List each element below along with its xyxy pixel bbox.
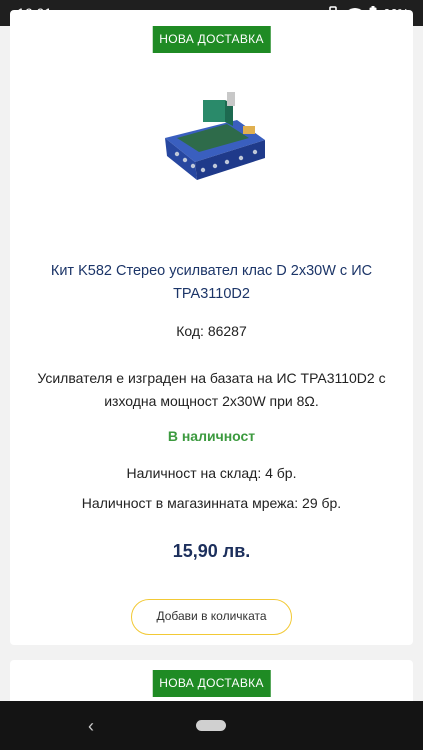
product-title[interactable]: Кит K582 Стерео усилвател клас D 2x30W с… — [30, 260, 393, 306]
new-delivery-badge: НОВА ДОСТАВКА — [152, 26, 271, 53]
network-stock: Наличност в магазинната мрежа: 29 бр. — [81, 495, 342, 511]
new-delivery-badge: НОВА ДОСТАВКА — [152, 670, 271, 697]
back-icon[interactable]: ‹ — [88, 717, 94, 735]
system-navigation-bar: ‹ — [0, 701, 423, 750]
add-to-cart-button[interactable]: Добави в количката — [131, 599, 292, 635]
availability-status: В наличност — [167, 428, 256, 444]
warehouse-stock: Наличност на склад: 4 бр. — [126, 465, 297, 481]
home-pill[interactable] — [196, 720, 226, 731]
product-price: 15,90 лв. — [172, 541, 251, 561]
product-card: НОВА ДОСТАВКА Кит K582 Стерео усилвател … — [10, 10, 413, 645]
product-image[interactable] — [155, 90, 275, 200]
product-code: Код: 86287 — [176, 323, 247, 339]
product-description: Усилвателя е изграден на базата на ИС TP… — [37, 370, 386, 409]
